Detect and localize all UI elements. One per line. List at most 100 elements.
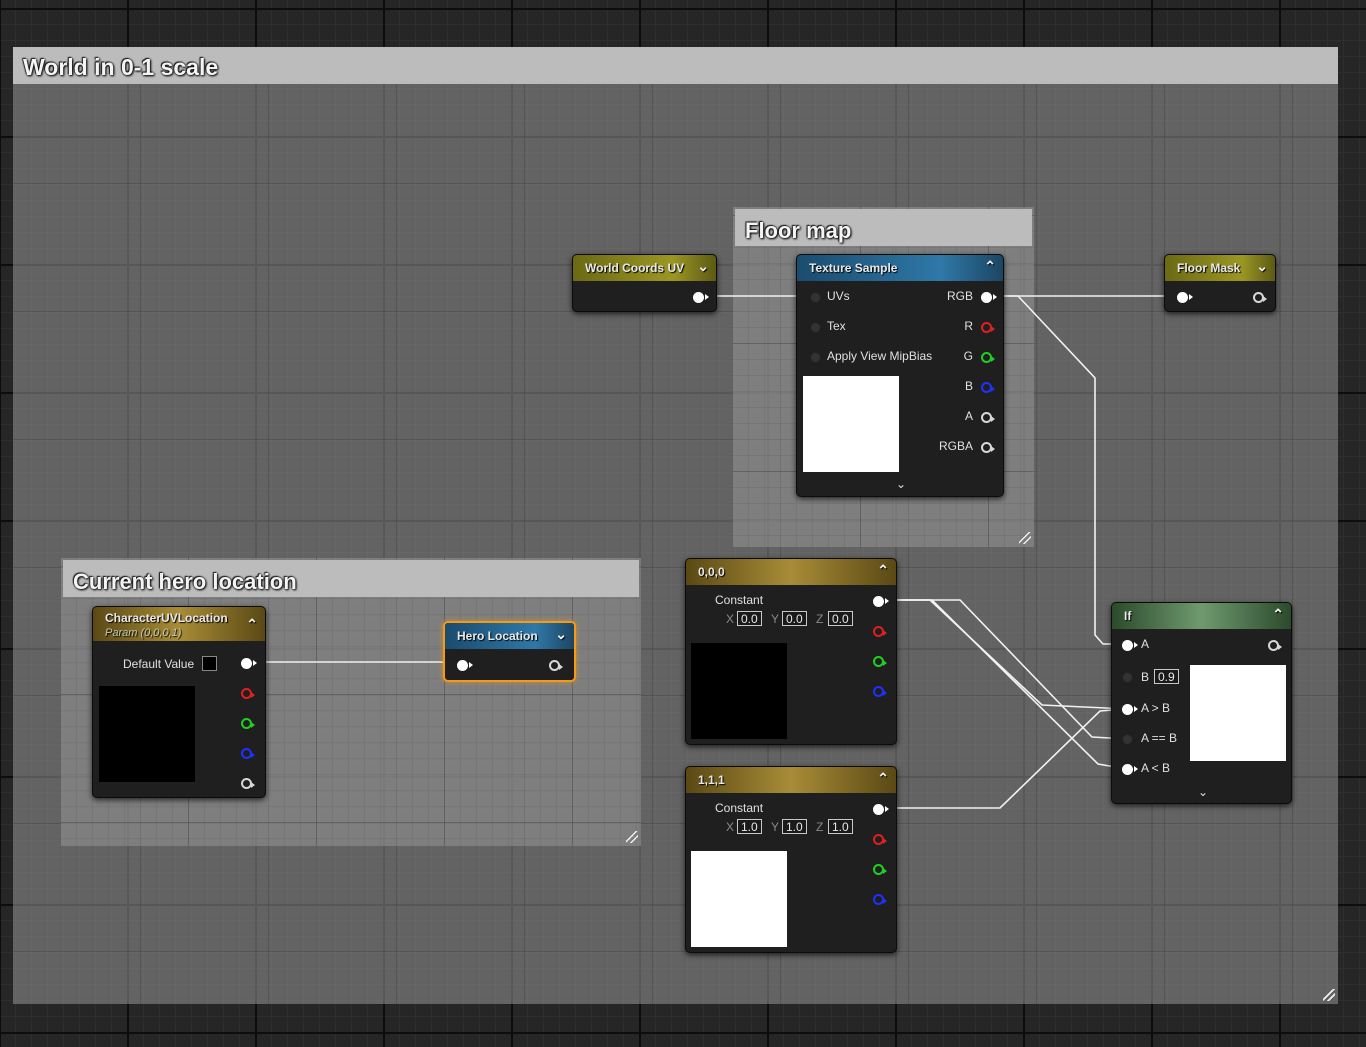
constant-label: Constant bbox=[715, 801, 764, 815]
node-title: 0,0,0 bbox=[698, 565, 725, 579]
output-pin-r[interactable] bbox=[981, 322, 995, 333]
output-pin-a[interactable] bbox=[241, 778, 255, 789]
node-subtitle: Param (0,0,0,1) bbox=[105, 627, 182, 639]
output-pin[interactable] bbox=[549, 660, 563, 671]
node-title: If bbox=[1124, 609, 1132, 623]
axis-y-label: Y bbox=[771, 612, 780, 626]
node-title: Floor Mask bbox=[1177, 261, 1241, 275]
node-hero-location[interactable]: Hero Location ⌄ bbox=[443, 621, 576, 682]
input-pin[interactable] bbox=[457, 660, 473, 671]
node-header[interactable]: Hero Location ⌄ bbox=[445, 623, 574, 649]
b-value-input[interactable]: 0.9 bbox=[1154, 669, 1179, 684]
chevron-up-icon[interactable]: ⌃ bbox=[246, 617, 258, 632]
node-header[interactable]: CharacterUVLocation Param (0,0,0,1) ⌃ bbox=[93, 607, 265, 641]
color-preview bbox=[691, 643, 787, 739]
node-constant-111[interactable]: 1,1,1 ⌃ Constant X 1.0 Y 1.0 Z 1.0 bbox=[685, 766, 897, 953]
output-pin-a[interactable] bbox=[981, 412, 995, 423]
wire-000-to-a-lt-b bbox=[885, 599, 1128, 770]
z-value-input[interactable]: 0.0 bbox=[828, 611, 853, 626]
input-label-mipbias: Apply View MipBias bbox=[827, 349, 933, 363]
output-pin-r[interactable] bbox=[873, 626, 887, 637]
output-pin-rgba[interactable] bbox=[981, 442, 995, 453]
axis-z-label: Z bbox=[816, 612, 824, 626]
output-pin-rgb[interactable] bbox=[241, 658, 257, 669]
input-pin-a[interactable] bbox=[1122, 640, 1138, 651]
node-constant-000[interactable]: 0,0,0 ⌃ Constant X 0.0 Y 0.0 Z 0.0 bbox=[685, 558, 897, 745]
output-pin-b[interactable] bbox=[981, 382, 995, 393]
node-header[interactable]: 0,0,0 ⌃ bbox=[686, 559, 896, 585]
chevron-down-icon[interactable]: ⌄ bbox=[896, 477, 906, 491]
x-value-input[interactable]: 1.0 bbox=[737, 819, 762, 834]
chevron-down-icon[interactable]: ⌄ bbox=[1198, 785, 1208, 799]
chevron-up-icon[interactable]: ⌃ bbox=[877, 770, 889, 787]
output-pin-b[interactable] bbox=[873, 686, 887, 697]
chevron-up-icon[interactable]: ⌃ bbox=[1272, 606, 1284, 623]
texture-preview bbox=[803, 376, 899, 472]
output-pin-g[interactable] bbox=[981, 352, 995, 363]
node-header[interactable]: Floor Mask ⌄ bbox=[1165, 255, 1275, 281]
input-label-a-lt-b: A < B bbox=[1141, 761, 1171, 775]
input-label-a: A bbox=[1141, 637, 1150, 651]
default-value-label: Default Value bbox=[123, 657, 195, 671]
wire-111-to-a-gt-b bbox=[885, 708, 1128, 809]
output-pin-rgb[interactable] bbox=[873, 596, 889, 607]
output-pin-g[interactable] bbox=[873, 864, 887, 875]
chevron-down-icon[interactable]: ⌄ bbox=[697, 258, 709, 275]
input-label-a-eq-b: A == B bbox=[1141, 731, 1178, 745]
input-pin-a-gt-b[interactable] bbox=[1122, 704, 1138, 715]
output-pin-rgb[interactable] bbox=[873, 804, 889, 815]
node-character-uv-location[interactable]: CharacterUVLocation Param (0,0,0,1) ⌃ De… bbox=[92, 606, 266, 798]
axis-x-label: X bbox=[726, 612, 735, 626]
input-label-uvs: UVs bbox=[827, 289, 850, 303]
node-title: World Coords UV bbox=[585, 261, 685, 275]
output-pin-b[interactable] bbox=[873, 894, 887, 905]
output-label-r: R bbox=[964, 319, 973, 333]
output-pin[interactable] bbox=[1253, 292, 1267, 303]
x-value-input[interactable]: 0.0 bbox=[737, 611, 762, 626]
node-floor-mask[interactable]: Floor Mask ⌄ bbox=[1164, 254, 1276, 312]
wire-param-to-herolocation bbox=[252, 661, 463, 665]
node-header[interactable]: If ⌃ bbox=[1112, 603, 1291, 629]
node-world-coords-uv[interactable]: World Coords UV ⌄ bbox=[572, 254, 717, 312]
color-preview bbox=[691, 851, 787, 947]
input-pin-a-eq-b[interactable] bbox=[1122, 734, 1133, 745]
input-label-tex: Tex bbox=[827, 319, 846, 333]
output-label-rgba: RGBA bbox=[938, 439, 973, 453]
chevron-down-icon[interactable]: ⌄ bbox=[1256, 258, 1268, 275]
output-pin[interactable] bbox=[1268, 640, 1282, 651]
color-preview bbox=[99, 686, 195, 782]
node-if[interactable]: If ⌃ A B 0.9 A > B A == B A < B ⌄ bbox=[1111, 602, 1292, 804]
chevron-up-icon[interactable]: ⌃ bbox=[877, 562, 889, 579]
chevron-up-icon[interactable]: ⌃ bbox=[984, 258, 996, 275]
output-pin-g[interactable] bbox=[873, 656, 887, 667]
node-header[interactable]: World Coords UV ⌄ bbox=[573, 255, 716, 281]
output-pin-rgb[interactable] bbox=[981, 292, 997, 303]
input-pin-a-lt-b[interactable] bbox=[1122, 764, 1138, 775]
input-label-a-gt-b: A > B bbox=[1141, 701, 1171, 715]
input-pin-uvs[interactable] bbox=[810, 292, 821, 303]
output-pin-g[interactable] bbox=[241, 718, 255, 729]
output-pin-r[interactable] bbox=[241, 688, 255, 699]
input-pin-mipbias[interactable] bbox=[810, 352, 821, 363]
input-pin-b[interactable] bbox=[1122, 672, 1133, 683]
node-header[interactable]: Texture Sample ⌃ bbox=[797, 255, 1003, 281]
wire-000-to-a-gt-b bbox=[885, 599, 1128, 710]
output-pin-r[interactable] bbox=[873, 834, 887, 845]
y-value-input[interactable]: 1.0 bbox=[782, 819, 807, 834]
output-pin[interactable] bbox=[693, 292, 709, 303]
z-value-input[interactable]: 1.0 bbox=[828, 819, 853, 834]
output-pin-b[interactable] bbox=[241, 748, 255, 759]
chevron-down-icon[interactable]: ⌄ bbox=[555, 626, 567, 643]
node-header[interactable]: 1,1,1 ⌃ bbox=[686, 767, 896, 793]
wire-000-to-a-eq-b bbox=[885, 599, 1128, 740]
result-preview bbox=[1190, 665, 1286, 761]
wire-rgb-to-if-a bbox=[991, 295, 1127, 645]
node-texture-sample[interactable]: Texture Sample ⌃ UVs Tex Apply View MipB… bbox=[796, 254, 1004, 497]
wire-layer bbox=[252, 295, 1181, 809]
node-title: Hero Location bbox=[457, 629, 538, 643]
input-pin[interactable] bbox=[1177, 292, 1193, 303]
y-value-input[interactable]: 0.0 bbox=[782, 611, 807, 626]
input-pin-tex[interactable] bbox=[810, 322, 821, 333]
default-value-color-swatch[interactable] bbox=[202, 656, 217, 671]
node-title: Texture Sample bbox=[809, 261, 898, 275]
